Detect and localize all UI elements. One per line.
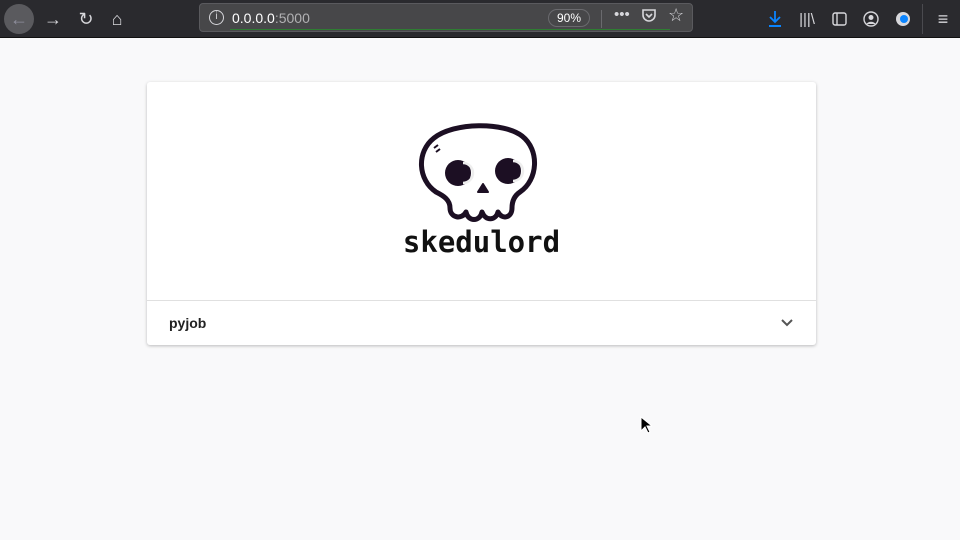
jobs-card: skedulord pyjob bbox=[147, 82, 816, 345]
brand-name: skedulord bbox=[402, 225, 561, 259]
home-icon[interactable]: ⌂ bbox=[102, 4, 132, 34]
pocket-icon[interactable] bbox=[641, 7, 657, 27]
back-icon[interactable]: ← bbox=[4, 4, 34, 34]
job-row-pyjob[interactable]: pyjob bbox=[147, 301, 816, 345]
zoom-level[interactable]: 90% bbox=[548, 9, 590, 27]
extension-icon[interactable] bbox=[888, 4, 918, 34]
account-icon[interactable] bbox=[856, 4, 886, 34]
browser-toolbar: ← → ↻ ⌂ i 0.0.0.0:5000 90% ••• ☆ |||\ ≡ bbox=[0, 0, 960, 38]
sidebar-icon[interactable] bbox=[824, 4, 854, 34]
logo-area: skedulord bbox=[147, 82, 816, 301]
page-load-progress bbox=[230, 29, 670, 30]
info-icon[interactable]: i bbox=[209, 10, 224, 25]
skull-logo-icon bbox=[419, 123, 537, 222]
forward-icon[interactable]: → bbox=[38, 4, 68, 34]
download-icon[interactable] bbox=[760, 4, 790, 34]
divider bbox=[922, 4, 923, 34]
url-text[interactable]: 0.0.0.0:5000 bbox=[232, 10, 310, 26]
library-icon[interactable]: |||\ bbox=[792, 4, 822, 34]
chevron-down-icon[interactable] bbox=[780, 318, 794, 328]
divider bbox=[601, 10, 602, 28]
url-host: 0.0.0.0 bbox=[232, 10, 275, 26]
more-icon[interactable]: ••• bbox=[614, 6, 630, 23]
url-port: :5000 bbox=[274, 10, 310, 26]
job-name: pyjob bbox=[169, 315, 207, 331]
reload-icon[interactable]: ↻ bbox=[71, 4, 101, 34]
star-icon[interactable]: ☆ bbox=[668, 5, 684, 26]
mouse-cursor-icon bbox=[640, 416, 652, 434]
url-bar[interactable]: i 0.0.0.0:5000 90% ••• ☆ bbox=[199, 3, 693, 32]
menu-icon[interactable]: ≡ bbox=[928, 4, 958, 34]
